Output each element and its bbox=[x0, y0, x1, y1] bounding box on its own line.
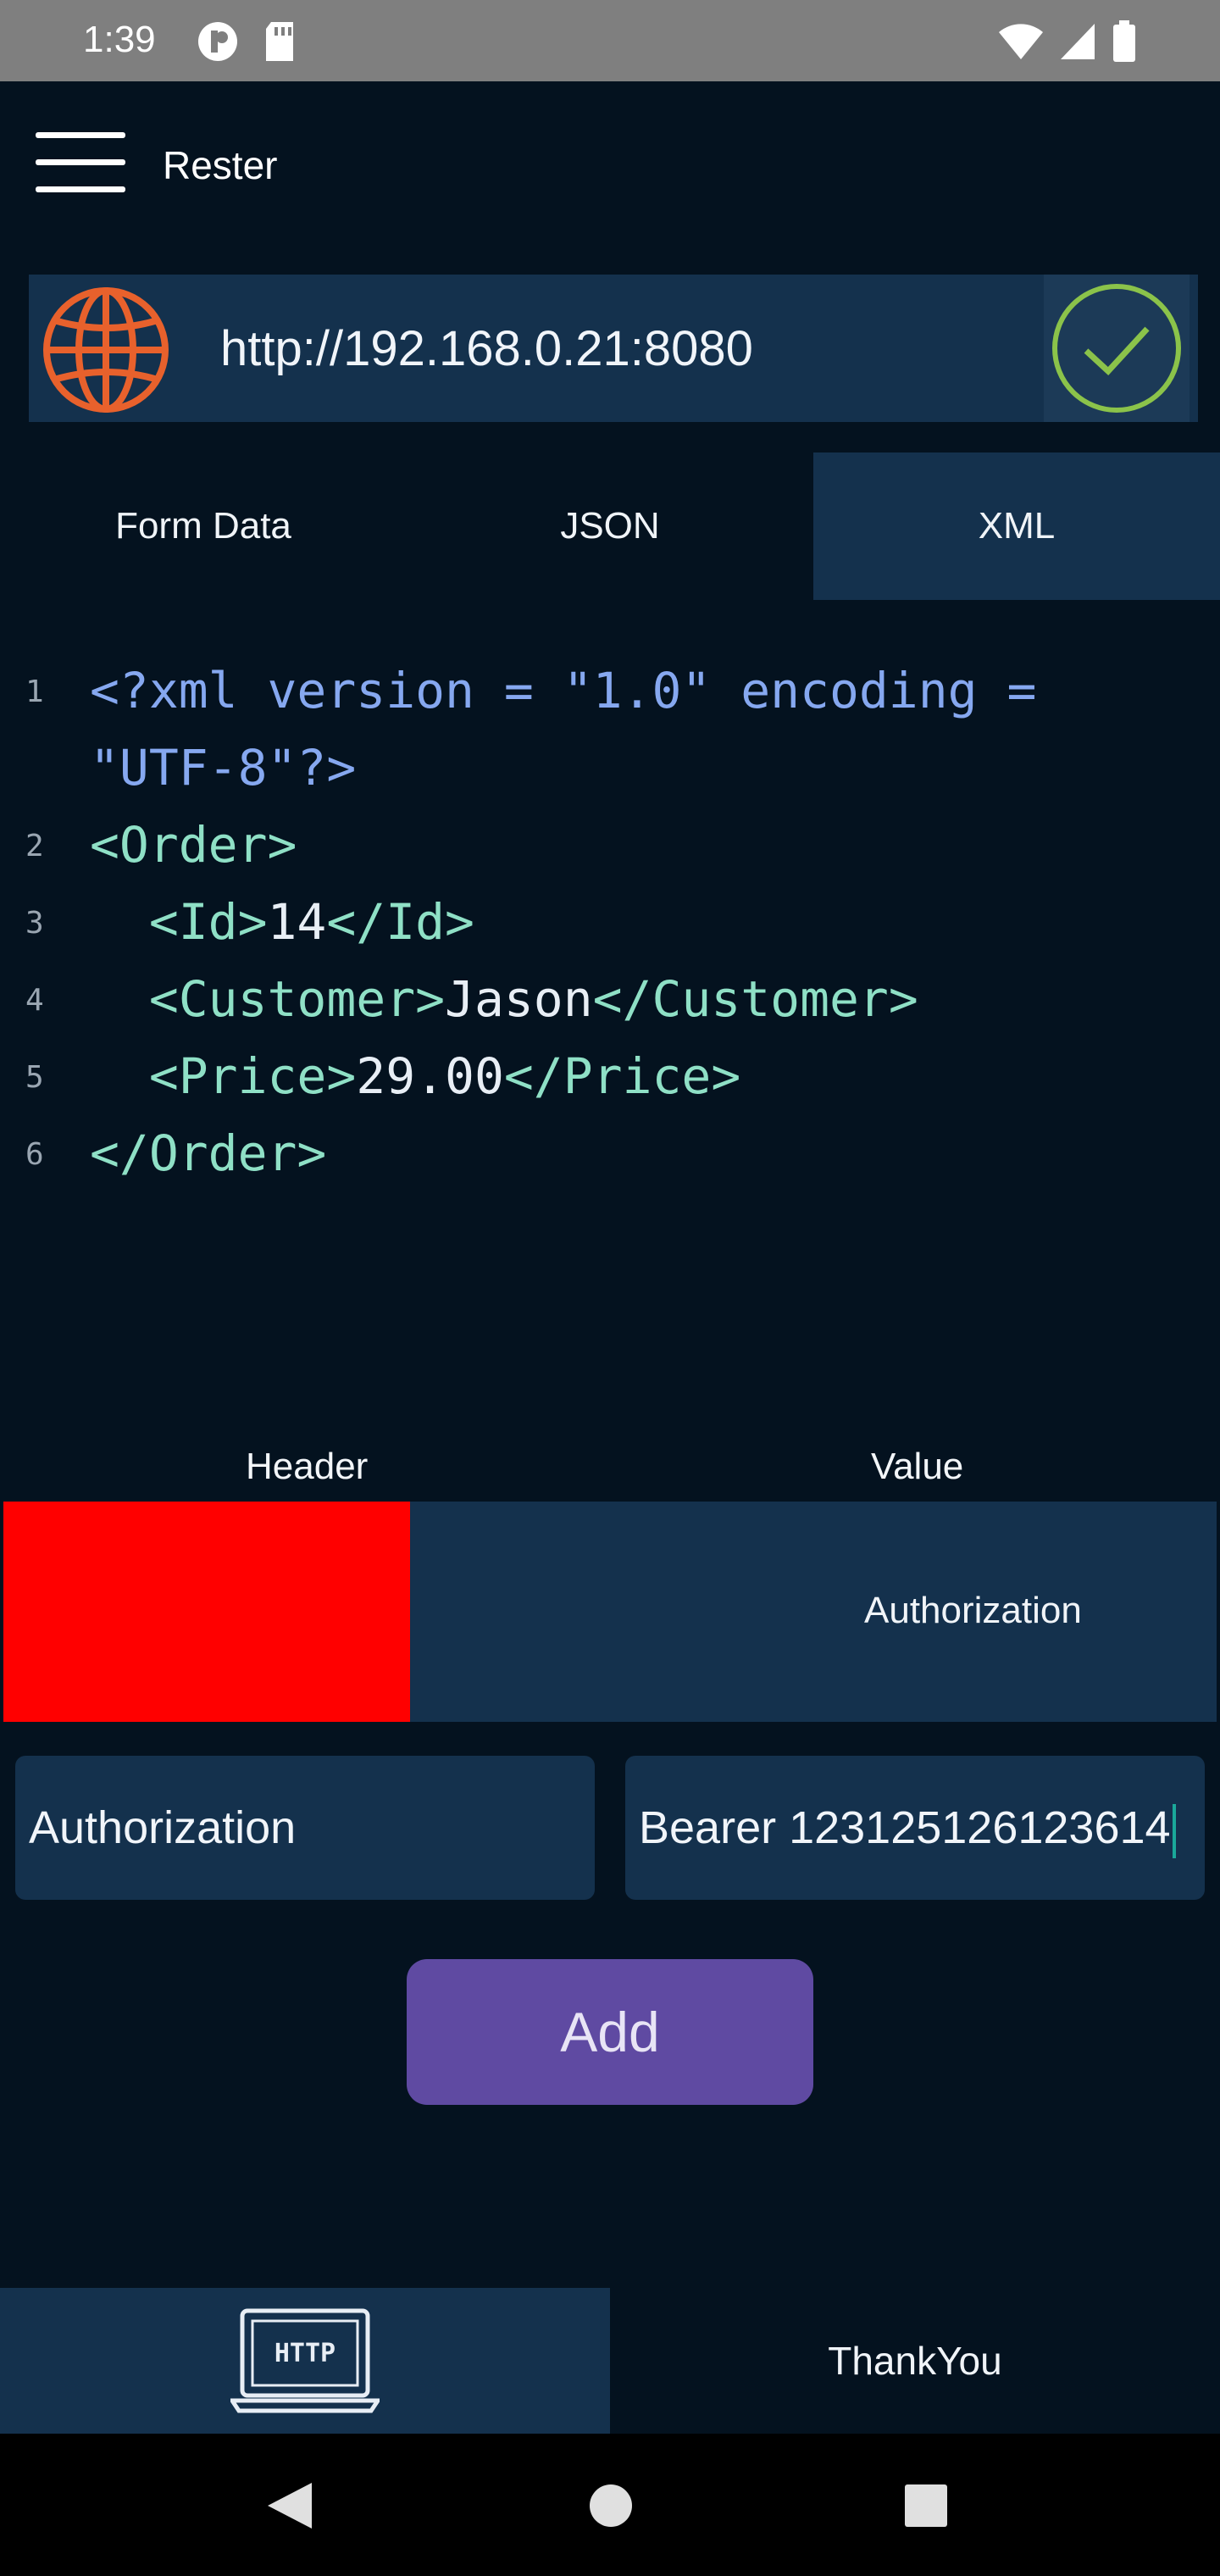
header-row-key-cell[interactable] bbox=[3, 1502, 410, 1722]
line-number: 2 bbox=[25, 829, 44, 863]
xml-tag: <Order> bbox=[90, 816, 297, 874]
value-column-label: Value bbox=[871, 1446, 964, 1487]
nav-http[interactable]: HTTP bbox=[0, 2288, 610, 2434]
line-content: <Id>14</Id> bbox=[90, 884, 474, 961]
globe-icon bbox=[41, 286, 171, 414]
laptop-http-icon: HTTP bbox=[230, 2308, 380, 2413]
status-bar: 1:39 bbox=[0, 0, 1220, 81]
header-value-field[interactable]: Bearer 123125126123614 bbox=[625, 1756, 1205, 1900]
header-column-label: Header bbox=[246, 1446, 369, 1487]
recents-icon[interactable] bbox=[903, 2483, 949, 2529]
header-row[interactable]: Authorization bbox=[3, 1502, 1217, 1722]
xml-declaration: <?xml version = "1.0" encoding = bbox=[90, 662, 1037, 719]
code-line: 5 <Price>29.00</Price> bbox=[0, 1038, 1220, 1115]
line-number: 4 bbox=[25, 983, 44, 1018]
status-time: 1:39 bbox=[83, 19, 156, 60]
xml-tag: <Customer> bbox=[90, 970, 446, 1028]
code-line: 4 <Customer>Jason</Customer> bbox=[0, 961, 1220, 1038]
line-number: 5 bbox=[25, 1060, 44, 1095]
back-icon[interactable] bbox=[266, 2481, 313, 2530]
xml-tag: </Id> bbox=[326, 893, 474, 951]
code-line: 6 </Order> bbox=[0, 1115, 1220, 1192]
xml-code-editor[interactable]: 1 <?xml version = "1.0" encoding = "UTF-8"… bbox=[0, 652, 1220, 1192]
xml-tag: <Price> bbox=[90, 1047, 357, 1105]
battery-icon bbox=[1112, 20, 1137, 67]
nav-thankyou[interactable]: ThankYou bbox=[610, 2288, 1220, 2434]
connect-button[interactable] bbox=[1044, 275, 1190, 422]
http-icon-label: HTTP bbox=[274, 2339, 336, 2368]
url-bar bbox=[29, 275, 1198, 422]
signal-icon bbox=[1059, 22, 1096, 65]
header-row-value: Authorization bbox=[864, 1590, 1082, 1631]
line-content: </Order> bbox=[90, 1115, 326, 1192]
app-title: Rester bbox=[163, 143, 278, 187]
line-content: <?xml version = "1.0" encoding = bbox=[90, 652, 1036, 730]
tab-xml[interactable]: XML bbox=[813, 452, 1220, 600]
header-name-text: Authorization bbox=[29, 1802, 297, 1853]
menu-button[interactable] bbox=[36, 129, 125, 197]
text-caret bbox=[1172, 1803, 1176, 1858]
line-number: 1 bbox=[25, 675, 44, 709]
tab-form-data[interactable]: Form Data bbox=[0, 452, 407, 600]
header-name-field[interactable]: Authorization bbox=[15, 1756, 595, 1900]
line-content: "UTF-8"?> bbox=[90, 730, 356, 807]
line-number: 3 bbox=[25, 906, 44, 941]
app-notification-icon bbox=[197, 20, 239, 67]
xml-declaration: "UTF-8"?> bbox=[90, 739, 357, 797]
add-button[interactable]: Add bbox=[407, 1959, 813, 2105]
xml-tag: </Customer> bbox=[592, 970, 918, 1028]
body-type-tabs: Form Data JSON XML bbox=[0, 452, 1220, 600]
code-line: 2 <Order> bbox=[0, 807, 1220, 884]
line-content: <Customer>Jason</Customer> bbox=[90, 961, 918, 1038]
xml-tag: </Order> bbox=[90, 1124, 327, 1182]
code-line: "UTF-8"?> bbox=[0, 730, 1220, 807]
line-content: <Order> bbox=[90, 807, 297, 884]
sd-card-icon bbox=[263, 20, 297, 67]
xml-text: Jason bbox=[445, 970, 593, 1028]
system-nav-bar bbox=[0, 2434, 1220, 2576]
wifi-icon bbox=[998, 22, 1044, 65]
code-line: 1 <?xml version = "1.0" encoding = bbox=[0, 652, 1220, 730]
code-line: 3 <Id>14</Id> bbox=[0, 884, 1220, 961]
xml-tag: </Price> bbox=[503, 1047, 741, 1105]
bottom-nav: HTTP ThankYou bbox=[0, 2288, 1220, 2434]
xml-text: 14 bbox=[267, 893, 327, 951]
check-circle-icon bbox=[1052, 284, 1181, 413]
xml-tag: <Id> bbox=[90, 893, 268, 951]
home-icon[interactable] bbox=[588, 2483, 634, 2529]
url-input[interactable] bbox=[220, 320, 1034, 377]
header-value-text: Bearer 123125126123614 bbox=[639, 1802, 1171, 1853]
line-content: <Price>29.00</Price> bbox=[90, 1038, 740, 1115]
xml-text: 29.00 bbox=[356, 1047, 504, 1105]
tab-json[interactable]: JSON bbox=[407, 452, 813, 600]
line-number: 6 bbox=[25, 1137, 44, 1172]
